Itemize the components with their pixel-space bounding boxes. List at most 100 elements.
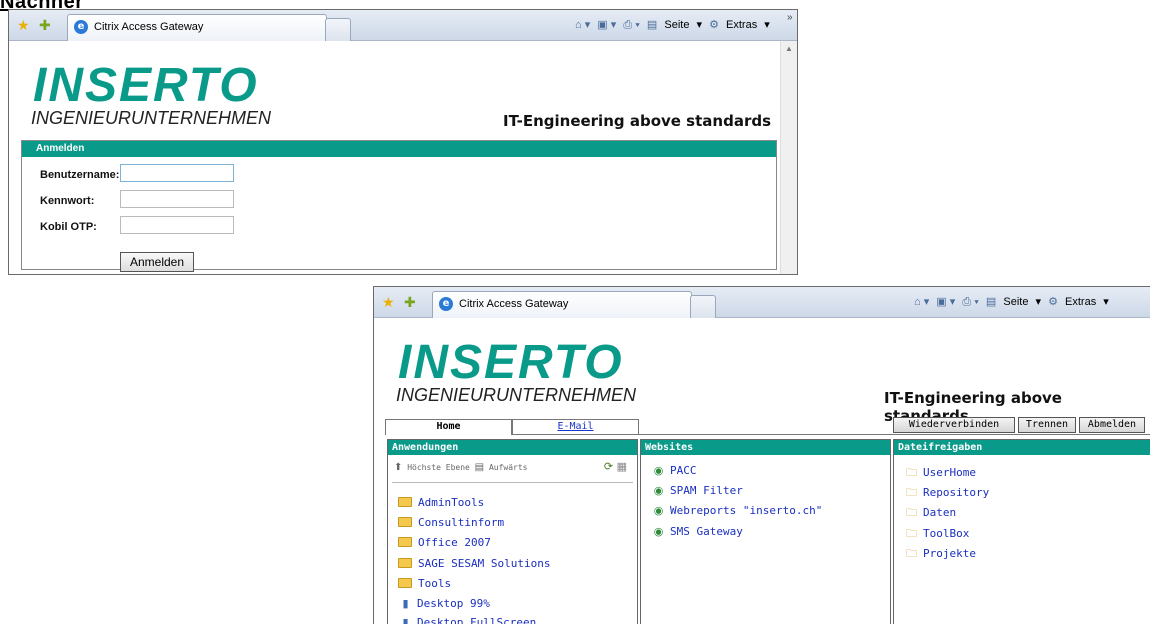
browser-tab[interactable]: e Citrix Access Gateway <box>432 291 692 318</box>
favorites-star-icon[interactable]: ★ <box>382 294 395 310</box>
view-toggle-icon[interactable]: ▦ <box>617 460 627 473</box>
feeds-icon[interactable]: ▣ ▾ <box>936 296 955 308</box>
username-input[interactable] <box>120 164 234 182</box>
command-bar: ⌂ ▾ ▣ ▾ ⎙ ▾ ▤ Seite ▾ ⚙ Extras ▾ <box>575 18 774 32</box>
otp-label: Kobil OTP: <box>40 221 97 233</box>
fileshares-header: Dateifreigaben <box>894 440 1150 455</box>
shared-folder-icon: 🗀 <box>906 466 917 479</box>
website-link-webreports[interactable]: ◉ Webreports "inserto.ch" <box>651 504 823 517</box>
globe-icon: ◉ <box>653 504 664 517</box>
add-favorites-icon[interactable]: ✚ <box>404 294 416 310</box>
website-link-spam-filter[interactable]: ◉ SPAM Filter <box>651 484 743 497</box>
new-tab-button[interactable] <box>325 18 351 41</box>
globe-icon: ◉ <box>653 464 664 477</box>
otp-input[interactable] <box>120 216 234 234</box>
vertical-scrollbar[interactable]: ▲ <box>780 41 797 274</box>
folder-icon <box>398 578 412 588</box>
shared-folder-icon: 🗀 <box>906 547 917 560</box>
logout-button[interactable]: Abmelden <box>1079 417 1145 433</box>
browser-window-login: ★ ✚ e Citrix Access Gateway ⌂ ▾ ▣ ▾ ⎙ ▾ … <box>8 9 798 275</box>
view-options: ⟳ ▦ <box>604 460 627 473</box>
page-menu[interactable]: ▤ Seite ▾ <box>647 19 702 31</box>
tab-divider <box>639 434 1150 435</box>
app-desktop-99[interactable]: ▮ Desktop 99% <box>398 597 489 610</box>
applications-header: Anwendungen <box>388 440 637 455</box>
page-menu[interactable]: ▤ Seite ▾ <box>986 296 1041 308</box>
app-navigation: ⬆ Höchste Ebene ▤ Aufwärts <box>394 462 527 473</box>
ie-page-icon: e <box>74 20 88 34</box>
print-icon[interactable]: ⎙ ▾ <box>623 19 639 31</box>
scroll-up-icon[interactable]: ▲ <box>785 44 793 53</box>
print-icon[interactable]: ⎙ ▾ <box>962 296 978 308</box>
login-form: Anmelden Benutzername: Kennwort: Kobil O… <box>21 140 777 272</box>
websites-panel: Websites ◉ PACC ◉ SPAM Filter ◉ Webreports … <box>640 439 891 624</box>
page-icon: ▤ <box>985 296 997 308</box>
nav-separator <box>392 482 633 483</box>
reconnect-button[interactable]: Wiederverbinden <box>893 417 1015 433</box>
browser-window-portal: ★ ✚ e Citrix Access Gateway ⌂ ▾ ▣ ▾ ⎙ ▾ … <box>373 286 1150 624</box>
website-link-sms-gateway[interactable]: ◉ SMS Gateway <box>651 525 743 538</box>
folder-icon <box>398 537 412 547</box>
new-tab-button[interactable] <box>690 295 716 318</box>
folder-icon <box>398 558 412 568</box>
share-link-daten[interactable]: 🗀 Daten <box>904 504 956 523</box>
screenshot-root: Nachher ★ ✚ e Citrix Access Gateway ⌂ ▾ … <box>0 0 1150 624</box>
fileshares-panel: Dateifreigaben 🗀 UserHome 🗀 Repository 🗀 Da… <box>893 439 1150 624</box>
login-button[interactable]: Anmelden <box>120 252 194 272</box>
feeds-icon[interactable]: ▣ ▾ <box>597 19 616 31</box>
app-folder-office-2007[interactable]: Office 2007 <box>398 536 491 549</box>
share-link-toolbox[interactable]: 🗀 ToolBox <box>904 525 969 544</box>
app-folder-sage-sesam[interactable]: SAGE SESAM Solutions <box>398 557 550 570</box>
refresh-icon[interactable]: ⟳ <box>604 460 613 473</box>
brand-tagline: IT-Engineering above standards <box>503 112 772 130</box>
login-header: Anmelden <box>22 141 776 157</box>
brand-logo: INSERTO <box>33 59 259 112</box>
globe-icon: ◉ <box>653 525 664 538</box>
browser-toolbar: ★ ✚ e Citrix Access Gateway ⌂ ▾ ▣ ▾ ⎙ ▾ … <box>9 10 797 41</box>
share-link-repository[interactable]: 🗀 Repository <box>904 484 989 503</box>
tab-home[interactable]: Home <box>385 419 512 435</box>
command-bar: ⌂ ▾ ▣ ▾ ⎙ ▾ ▤ Seite ▾ ⚙ Extras ▾ <box>914 295 1113 309</box>
shared-folder-icon: 🗀 <box>906 486 917 499</box>
applications-panel: Anwendungen ⬆ Höchste Ebene ▤ Aufwärts ⟳… <box>387 439 638 624</box>
home-icon[interactable]: ⌂ ▾ <box>914 296 929 308</box>
globe-icon: ◉ <box>653 484 664 497</box>
tools-gear-icon: ⚙ <box>1048 296 1058 308</box>
up-link[interactable]: ▤ Aufwärts <box>474 462 528 473</box>
username-label: Benutzername: <box>40 169 120 181</box>
websites-header: Websites <box>641 440 890 455</box>
add-favorites-icon[interactable]: ✚ <box>39 17 51 33</box>
chevron-more-icon[interactable]: » <box>787 12 793 23</box>
share-link-projekte[interactable]: 🗀 Projekte <box>904 545 976 564</box>
tab-title: Citrix Access Gateway <box>94 21 204 33</box>
brand-subtitle: INGENIEURUNTERNEHMEN <box>396 385 637 405</box>
tools-menu[interactable]: ⚙ Extras ▾ <box>709 19 770 31</box>
disconnect-button[interactable]: Trennen <box>1018 417 1076 433</box>
app-folder-admintools[interactable]: AdminTools <box>398 496 484 509</box>
desktop-icon: ▮ <box>402 616 409 624</box>
brand-subtitle: INGENIEURUNTERNEHMEN <box>31 108 272 128</box>
password-label: Kennwort: <box>40 195 95 207</box>
tools-menu[interactable]: ⚙ Extras ▾ <box>1048 296 1109 308</box>
website-link-pacc[interactable]: ◉ PACC <box>651 464 697 477</box>
desktop-icon: ▮ <box>402 597 409 610</box>
page-icon: ▤ <box>646 19 658 31</box>
folder-icon <box>398 497 412 507</box>
share-link-userhome[interactable]: 🗀 UserHome <box>904 464 976 483</box>
app-folder-tools[interactable]: Tools <box>398 577 451 590</box>
tools-gear-icon: ⚙ <box>709 19 719 31</box>
app-folder-consultinform[interactable]: Consultinform <box>398 516 504 529</box>
favorites-star-icon[interactable]: ★ <box>17 17 30 33</box>
home-icon[interactable]: ⌂ ▾ <box>575 19 590 31</box>
folder-up-icon: ▤ <box>474 462 485 473</box>
password-input[interactable] <box>120 190 234 208</box>
top-level-link[interactable]: ⬆ Höchste Ebene <box>394 462 470 473</box>
browser-tab[interactable]: e Citrix Access Gateway <box>67 14 327 41</box>
tab-email[interactable]: E-Mail <box>512 419 639 435</box>
shared-folder-icon: 🗀 <box>906 527 917 540</box>
top-level-icon: ⬆ <box>394 462 403 473</box>
shared-folder-icon: 🗀 <box>906 506 917 519</box>
app-desktop-fullscreen[interactable]: ▮ Desktop FullScreen <box>398 616 536 624</box>
brand-logo: INSERTO <box>398 336 624 389</box>
folder-icon <box>398 517 412 527</box>
